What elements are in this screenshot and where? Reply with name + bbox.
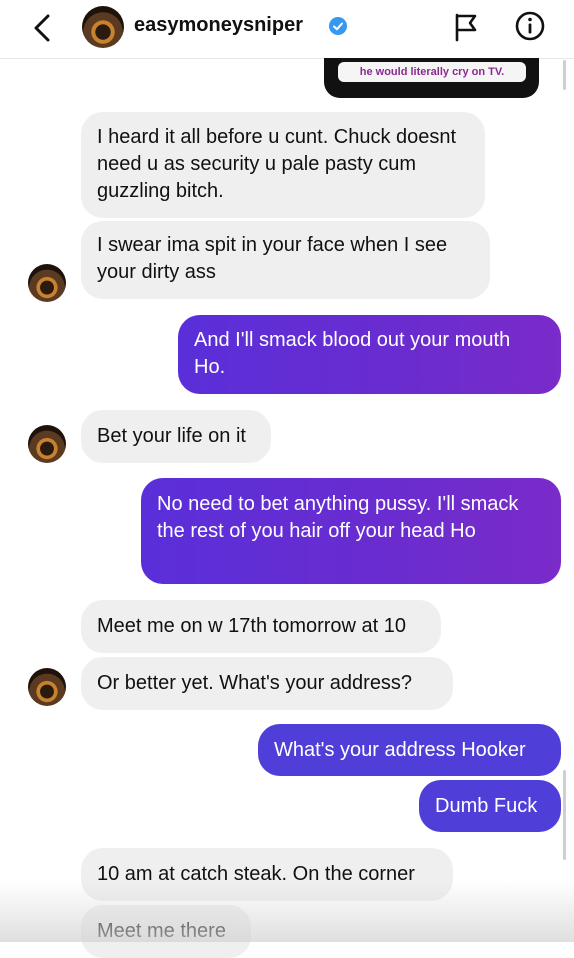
avatar[interactable] [82, 6, 124, 48]
incoming-message[interactable]: I swear ima spit in your face when I see… [81, 221, 490, 299]
chevron-left-icon[interactable] [28, 10, 58, 46]
chat-header: easymoneysniper [0, 0, 574, 58]
verified-badge-icon [329, 17, 347, 35]
outgoing-message[interactable]: Dumb Fuck [419, 780, 561, 832]
incoming-message[interactable]: Meet me on w 17th tomorrow at 10 [81, 600, 441, 653]
story-reply-caption: he would literally cry on TV. [338, 62, 526, 82]
incoming-message[interactable]: I heard it all before u cunt. Chuck does… [81, 112, 485, 218]
story-reply-preview[interactable]: he would literally cry on TV. [324, 58, 539, 98]
story-reply-text: he would literally cry on TV. [359, 66, 505, 78]
sender-avatar[interactable] [28, 264, 66, 302]
incoming-message[interactable]: Meet me there [81, 905, 251, 958]
incoming-message[interactable]: Bet your life on it [81, 410, 271, 463]
username[interactable]: easymoneysniper [134, 14, 303, 37]
incoming-message[interactable]: 10 am at catch steak. On the corner [81, 848, 453, 901]
outgoing-message[interactable]: And I'll smack blood out your mouth Ho. [178, 315, 561, 394]
scrollbar[interactable] [563, 770, 566, 860]
incoming-message[interactable]: Or better yet. What's your address? [81, 657, 453, 710]
info-icon[interactable] [514, 10, 546, 42]
outgoing-message[interactable]: What's your address Hooker [258, 724, 561, 776]
scrollbar[interactable] [563, 60, 566, 90]
sender-avatar[interactable] [28, 425, 66, 463]
outgoing-message[interactable]: No need to bet anything pussy. I'll smac… [141, 478, 561, 584]
flag-icon[interactable] [453, 12, 479, 42]
sender-avatar[interactable] [28, 668, 66, 706]
